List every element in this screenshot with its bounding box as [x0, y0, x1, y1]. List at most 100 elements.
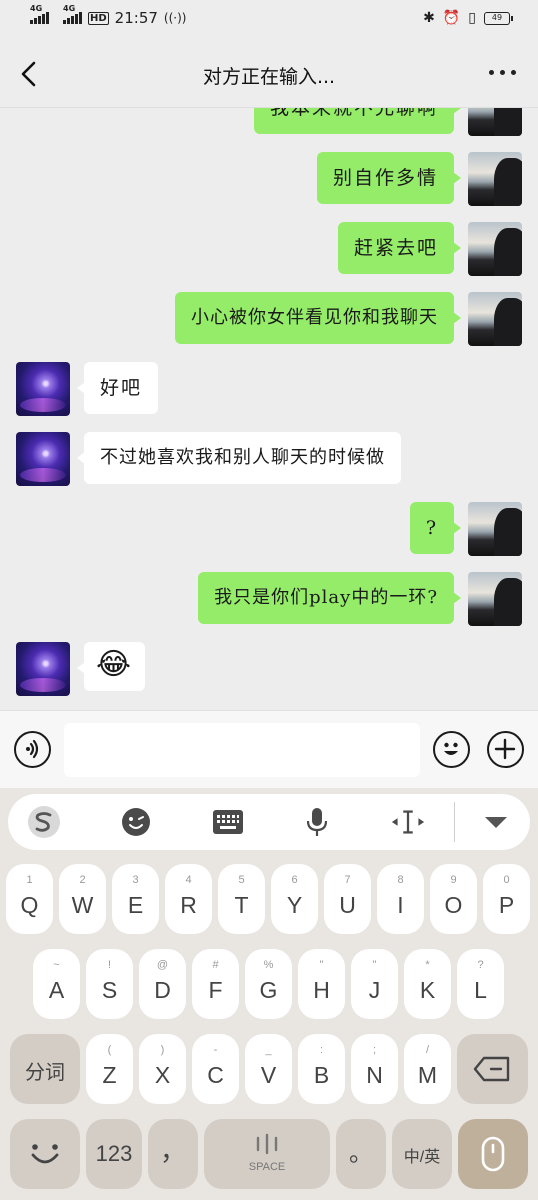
hide-keyboard-button[interactable]	[478, 804, 514, 840]
plus-icon	[494, 738, 516, 760]
cursor-move-button[interactable]	[390, 804, 426, 840]
key-label: G	[259, 977, 278, 1003]
avatar[interactable]	[16, 642, 70, 696]
keyboard-layout-button[interactable]	[210, 804, 246, 840]
key-label: I	[397, 892, 404, 918]
sogou-logo-button[interactable]	[26, 804, 62, 840]
key-i[interactable]: 8I	[377, 864, 424, 934]
avatar[interactable]	[468, 108, 522, 136]
message-bubble[interactable]: 小心被你女伴看见你和我聊天	[175, 292, 461, 344]
key-sub-label: #	[212, 959, 219, 971]
message-list[interactable]: 我本来就不允聊啊 别自作多情 赶紧去吧 小心被你女伴看见你和我聊天 好吧 不过她…	[0, 108, 538, 710]
key-t[interactable]: 5T	[218, 864, 265, 934]
key-label: P	[498, 892, 515, 918]
mouse-key[interactable]	[458, 1119, 528, 1189]
key-a[interactable]: ~ A	[33, 949, 80, 1019]
key-label: 中/英	[403, 1149, 441, 1166]
message-bubble[interactable]: 我本来就不允聊啊	[253, 108, 462, 134]
key-x[interactable]: ) X	[139, 1034, 186, 1104]
wink-face-icon	[122, 808, 150, 836]
key-o[interactable]: 9O	[430, 864, 477, 934]
key-r[interactable]: 4R	[165, 864, 212, 934]
key-m[interactable]: / M	[404, 1034, 451, 1104]
key-h[interactable]: " H	[298, 949, 345, 1019]
more-functions-button[interactable]	[487, 731, 524, 768]
key-d[interactable]: @ D	[139, 949, 186, 1019]
message-bubble[interactable]: 😂	[76, 642, 146, 691]
segment-key[interactable]: 分词	[10, 1034, 80, 1104]
message-bubble[interactable]: 不过她喜欢我和别人聊天的时候做	[77, 432, 401, 484]
key-label: E	[127, 892, 144, 918]
message-bubble[interactable]: 好吧	[76, 362, 159, 414]
key-label: A	[48, 977, 65, 1003]
message-bubble[interactable]: ?	[409, 502, 462, 554]
key-w[interactable]: 2W	[59, 864, 106, 934]
key-l[interactable]: ? L	[457, 949, 504, 1019]
key-p[interactable]: 0P	[483, 864, 530, 934]
key-sub-label: 9	[450, 874, 457, 886]
key-sub-label: ~	[53, 959, 60, 971]
key-sub-label: 6	[291, 874, 298, 886]
key-label: M	[417, 1062, 438, 1088]
key-label: S	[101, 977, 118, 1003]
avatar[interactable]	[468, 292, 522, 346]
message-row: 不过她喜欢我和别人聊天的时候做	[16, 432, 401, 486]
voice-input-button[interactable]	[299, 804, 335, 840]
message-bubble[interactable]: 赶紧去吧	[337, 222, 462, 274]
voice-button[interactable]	[14, 731, 51, 768]
backspace-icon	[473, 1056, 510, 1082]
page-title: 对方正在输入...	[202, 66, 336, 88]
avatar[interactable]	[468, 572, 522, 626]
mouse-icon	[481, 1136, 505, 1172]
emoji-keyboard-button[interactable]	[118, 804, 154, 840]
emoji-button[interactable]	[433, 731, 470, 768]
key-f[interactable]: # F	[192, 949, 239, 1019]
key-v[interactable]: _ V	[245, 1034, 292, 1104]
avatar[interactable]	[16, 432, 70, 486]
message-bubble[interactable]: 我只是你们play中的一环?	[198, 572, 461, 624]
key-c[interactable]: -C	[192, 1034, 239, 1104]
text-cursor-icon	[391, 810, 425, 834]
key-b[interactable]: :B	[298, 1034, 345, 1104]
key-u[interactable]: 7U	[324, 864, 371, 934]
backspace-key[interactable]	[457, 1034, 528, 1104]
key-label: W	[71, 892, 94, 918]
toolbar-divider	[454, 802, 455, 842]
key-n[interactable]: ; N	[351, 1034, 398, 1104]
key-y[interactable]: 6Y	[271, 864, 318, 934]
avatar[interactable]	[468, 152, 522, 206]
keyboard-icon	[213, 810, 243, 834]
key-sub-label: !	[107, 959, 112, 971]
emoji-key[interactable]	[10, 1119, 80, 1189]
more-button[interactable]	[489, 70, 516, 75]
key-z[interactable]: (Z	[86, 1034, 133, 1104]
key-sub-label: 3	[132, 874, 139, 886]
key-e[interactable]: 3E	[112, 864, 159, 934]
microphone-icon	[306, 808, 328, 836]
key-label: 分词	[25, 1062, 65, 1084]
smile-icon	[31, 1144, 59, 1164]
comma-key[interactable]: ，	[148, 1119, 198, 1189]
avatar[interactable]	[468, 502, 522, 556]
key-g[interactable]: % G	[245, 949, 292, 1019]
key-label: Y	[286, 892, 303, 918]
avatar[interactable]	[468, 222, 522, 276]
key-label: K	[419, 977, 436, 1003]
chat-header: 对方正在输入...	[0, 40, 538, 108]
message-row: 😂	[16, 642, 146, 696]
space-key[interactable]: SPACE	[204, 1119, 330, 1189]
key-q[interactable]: 1Q	[6, 864, 53, 934]
number-key[interactable]: 123	[86, 1119, 142, 1189]
key-label: U	[339, 892, 356, 918]
avatar[interactable]	[16, 362, 70, 416]
language-switch-key[interactable]: 中/英	[392, 1119, 452, 1189]
key-s[interactable]: ! S	[86, 949, 133, 1019]
period-key[interactable]: 。	[336, 1119, 386, 1189]
key-k[interactable]: * K	[404, 949, 451, 1019]
message-input[interactable]	[64, 723, 420, 777]
key-sub-label: *	[425, 959, 430, 971]
more-dot-icon	[489, 70, 494, 75]
key-sub-label: "	[372, 959, 377, 971]
message-bubble[interactable]: 别自作多情	[316, 152, 462, 204]
key-j[interactable]: " J	[351, 949, 398, 1019]
